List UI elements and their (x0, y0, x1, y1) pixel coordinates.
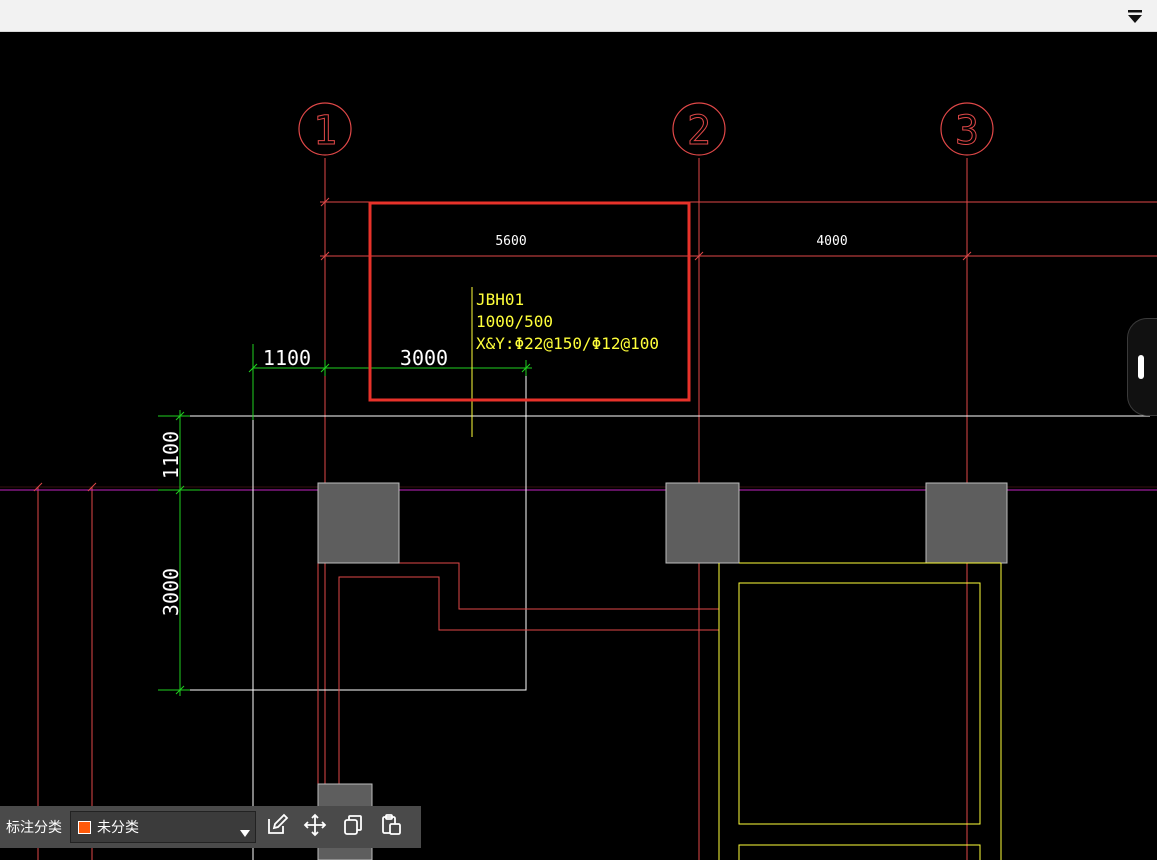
annotation-rebar: X&Y:Φ22@150/Φ12@100 (476, 334, 659, 353)
paste-icon (379, 813, 403, 841)
dim-text-5600: 5600 (495, 234, 526, 249)
dim-text-3000-h: 3000 (400, 346, 448, 370)
column-3 (925, 482, 1008, 564)
move-icon (303, 813, 327, 841)
dim-text-1100-v: 1100 (159, 431, 183, 479)
annotation-toolbar: 标注分类 未分类 (0, 806, 421, 848)
column-2 (665, 482, 740, 564)
move-button[interactable] (298, 810, 332, 844)
column-1 (317, 482, 400, 564)
axis-bubble-2: 2 (672, 102, 726, 156)
paste-button[interactable] (374, 810, 408, 844)
svg-text:1: 1 (313, 108, 337, 154)
side-scroll-handle[interactable] (1127, 318, 1157, 416)
axis-bubble-3: 3 (940, 102, 994, 156)
category-color-swatch (78, 820, 91, 834)
dropdown-menu-icon[interactable] (1127, 8, 1143, 24)
svg-text:3: 3 (955, 108, 979, 154)
highlight-box (368, 201, 691, 402)
category-value: 未分类 (97, 819, 139, 835)
scroll-grip[interactable] (1138, 355, 1144, 379)
chevron-down-icon (240, 823, 250, 842)
axis-bubble-1: 1 (298, 102, 352, 156)
dim-text-3000-v: 3000 (159, 568, 183, 616)
category-select[interactable]: 未分类 (70, 811, 256, 843)
annotation-size: 1000/500 (476, 312, 553, 331)
annotation-category-label: 标注分类 (6, 819, 62, 835)
annotation-name: JBH01 (476, 290, 524, 309)
copy-button[interactable] (336, 810, 370, 844)
edit-button[interactable] (260, 810, 294, 844)
edit-icon (265, 813, 289, 841)
dim-text-4000: 4000 (816, 234, 847, 249)
foundation-outline (738, 582, 981, 825)
copy-icon (341, 813, 365, 841)
svg-text:2: 2 (687, 108, 711, 154)
dim-text-1100-h: 1100 (263, 346, 311, 370)
cad-drawing-canvas[interactable]: 1 2 3 5600 4000 1100 3000 1100 3000 JBH0… (0, 32, 1157, 860)
top-bar (0, 0, 1157, 32)
cad-drawing: 1 2 3 5600 4000 1100 3000 1100 3000 JBH0… (0, 102, 1157, 860)
